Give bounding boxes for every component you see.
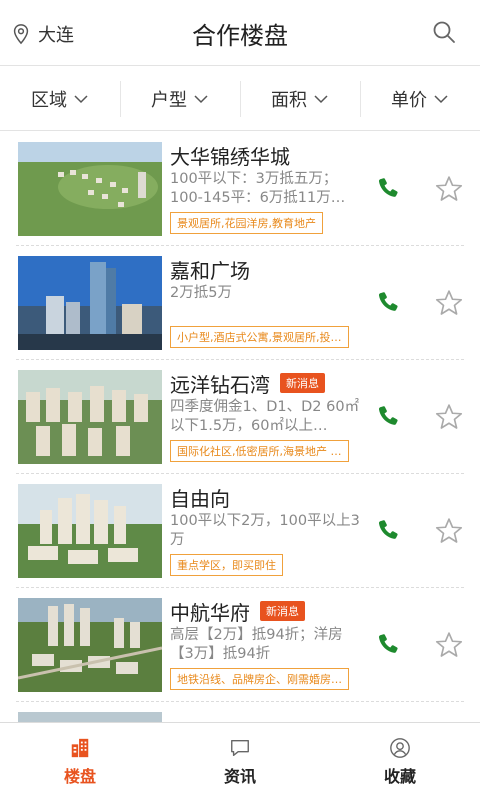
list-item[interactable]: 嘉和广场 2万抵5万 小户型,酒店式公寓,景观居所,投… <box>16 246 464 360</box>
city-label: 大连 <box>38 25 74 46</box>
filter-bar: 区域 户型 面积 单价 <box>0 67 480 131</box>
chevron-down-icon <box>434 94 448 103</box>
list-item-partial[interactable] <box>16 702 464 722</box>
listing-info: 嘉和广场 2万抵5万 小户型,酒店式公寓,景观居所,投… <box>170 256 360 352</box>
filter-price[interactable]: 单价 <box>360 67 480 130</box>
bottom-tab-bar: 楼盘 资讯 收藏 <box>0 722 480 800</box>
listing-tags: 小户型,酒店式公寓,景观居所,投… <box>170 326 349 348</box>
listing-name: 中航华府 <box>170 600 250 625</box>
phone-icon[interactable] <box>376 290 402 316</box>
favorite-star-icon[interactable] <box>434 630 464 660</box>
phone-icon[interactable] <box>376 176 402 202</box>
listing-name: 大华锦绣华城 <box>170 144 290 169</box>
top-bar: 大连 合作楼盘 <box>0 0 480 66</box>
listing-name: 嘉和广场 <box>170 258 250 283</box>
listing-tags: 重点学区，即买即住 <box>170 554 283 576</box>
new-message-badge: 新消息 <box>280 373 325 393</box>
tab-label: 收藏 <box>383 766 416 786</box>
listing-name: 自由向 <box>170 486 230 511</box>
user-circle-icon <box>390 737 410 758</box>
location-pin-icon <box>13 24 29 45</box>
favorite-star-icon[interactable] <box>434 516 464 546</box>
listing-list[interactable]: 大华锦绣华城 100平以下：3万抵五万；100-145平：6万抵11万… 景观居… <box>0 132 480 722</box>
listing-description: 2万抵5万 <box>170 285 232 301</box>
filter-region[interactable]: 区域 <box>0 67 120 130</box>
tab-favorites[interactable]: 收藏 <box>320 723 480 800</box>
new-message-badge: 新消息 <box>260 601 305 621</box>
listing-description: 100平以下2万，100平以上3万 <box>170 513 360 548</box>
tab-label: 楼盘 <box>63 766 96 786</box>
list-item[interactable]: 自由向 100平以下2万，100平以上3万 重点学区，即买即住 <box>16 474 464 588</box>
filter-label: 面积 <box>271 89 307 111</box>
filter-label: 区域 <box>31 89 67 111</box>
filter-label: 户型 <box>151 89 187 111</box>
listing-tags: 地铁沿线、品牌房企、刚需婚房… <box>170 668 349 690</box>
city-selector[interactable]: 大连 <box>10 20 74 48</box>
search-icon[interactable] <box>432 20 456 44</box>
chevron-down-icon <box>314 94 328 103</box>
listing-info: 远洋钻石湾 新消息 四季度佣金1、D1、D2 60㎡以下1.5万，60㎡以上… … <box>170 370 360 466</box>
chevron-down-icon <box>194 94 208 103</box>
listing-info: 大华锦绣华城 100平以下：3万抵五万；100-145平：6万抵11万… 景观居… <box>170 142 360 238</box>
listing-description: 高层【2万】抵94折；洋房【3万】抵94折 <box>170 627 343 662</box>
tab-news[interactable]: 资讯 <box>160 723 320 800</box>
listing-name: 远洋钻石湾 <box>170 372 270 397</box>
chat-icon <box>231 739 249 756</box>
filter-label: 单价 <box>391 89 427 111</box>
favorite-star-icon[interactable] <box>434 402 464 432</box>
filter-layout[interactable]: 户型 <box>120 67 240 130</box>
tab-label: 资讯 <box>223 766 256 786</box>
property-image <box>18 142 162 236</box>
listing-info: 中航华府 新消息 高层【2万】抵94折；洋房【3万】抵94折 地铁沿线、品牌房企… <box>170 598 360 694</box>
list-item[interactable]: 远洋钻石湾 新消息 四季度佣金1、D1、D2 60㎡以下1.5万，60㎡以上… … <box>16 360 464 474</box>
property-image <box>18 370 162 464</box>
tab-properties[interactable]: 楼盘 <box>0 723 160 800</box>
phone-icon[interactable] <box>376 518 402 544</box>
chevron-down-icon <box>74 94 88 103</box>
listing-info: 自由向 100平以下2万，100平以上3万 重点学区，即买即住 <box>170 484 360 580</box>
filter-area[interactable]: 面积 <box>240 67 360 130</box>
favorite-star-icon[interactable] <box>434 288 464 318</box>
building-icon <box>71 738 89 757</box>
listing-tags: 景观居所,花园洋房,教育地产 <box>170 212 323 234</box>
property-image <box>18 256 162 350</box>
list-item[interactable]: 大华锦绣华城 100平以下：3万抵五万；100-145平：6万抵11万… 景观居… <box>16 132 464 246</box>
phone-icon[interactable] <box>376 404 402 430</box>
property-image <box>18 598 162 692</box>
listing-description: 四季度佣金1、D1、D2 60㎡以下1.5万，60㎡以上… <box>170 399 360 434</box>
phone-icon[interactable] <box>376 632 402 658</box>
favorite-star-icon[interactable] <box>434 174 464 204</box>
property-image <box>18 712 162 722</box>
listing-tags: 国际化社区,低密居所,海景地产 … <box>170 440 349 462</box>
list-item[interactable]: 中航华府 新消息 高层【2万】抵94折；洋房【3万】抵94折 地铁沿线、品牌房企… <box>16 588 464 702</box>
property-image <box>18 484 162 578</box>
listing-description: 100平以下：3万抵五万；100-145平：6万抵11万… <box>170 171 346 206</box>
